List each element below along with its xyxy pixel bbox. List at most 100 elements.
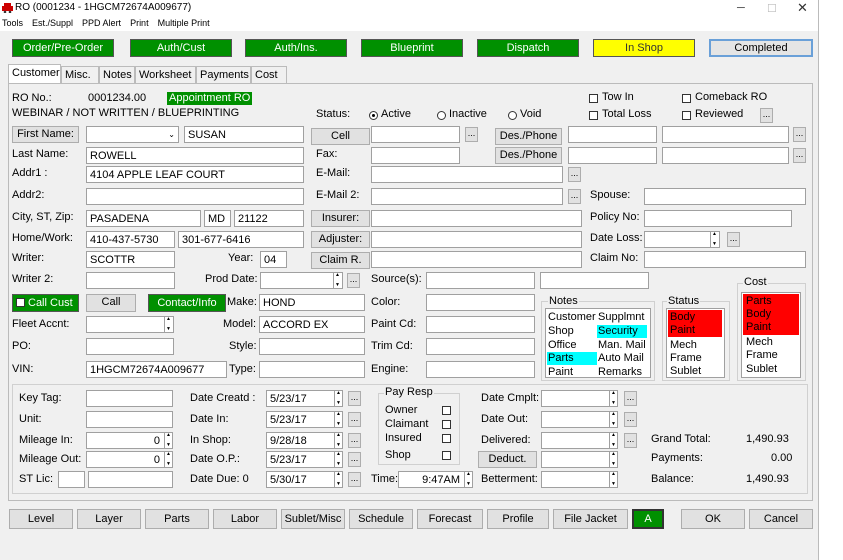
tab-worksheet[interactable]: Worksheet (135, 66, 196, 83)
menu-ppd-alert[interactable]: PPD Alert (82, 18, 121, 28)
layer-button[interactable]: Layer (77, 509, 141, 529)
des-phone-input-4[interactable] (662, 147, 789, 164)
date-cmplt-ellipsis[interactable]: ... (624, 391, 637, 406)
po-input[interactable] (86, 338, 174, 355)
claim-rep-button[interactable]: Claim R. (311, 252, 370, 269)
des-phone-ellipsis-1[interactable]: ... (793, 127, 806, 142)
profile-button[interactable]: Profile (487, 509, 549, 529)
status-void-radio[interactable] (508, 111, 517, 120)
pay-resp-owner-checkbox[interactable] (442, 406, 451, 415)
in-shop-button[interactable]: In Shop (593, 39, 695, 57)
writer-input[interactable]: SCOTTR (86, 251, 175, 268)
sublet-misc-button[interactable]: Sublet/Misc (281, 509, 345, 529)
dispatch-button[interactable]: Dispatch (477, 39, 579, 57)
claim-rep-input[interactable] (371, 251, 582, 268)
mileage-out-input[interactable]: 0 (86, 451, 173, 468)
betterment-spinner[interactable] (609, 471, 618, 488)
adjuster-input[interactable] (371, 231, 582, 248)
mileage-in-spinner[interactable] (164, 432, 173, 449)
source1-input[interactable] (426, 272, 535, 289)
date-due-spinner[interactable] (334, 471, 343, 488)
parts-button[interactable]: Parts (145, 509, 209, 529)
des-phone-input-1[interactable] (568, 126, 657, 143)
make-input[interactable]: HOND (259, 294, 365, 311)
tab-cost[interactable]: Cost (251, 66, 287, 83)
date-op-input[interactable]: 5/23/17 (266, 451, 343, 468)
home-phone-input[interactable]: 410-437-5730 (86, 231, 175, 248)
email2-ellipsis-button[interactable]: ... (568, 189, 581, 204)
menu-est-suppl[interactable]: Est./Suppl (32, 18, 73, 28)
date-in-spinner[interactable] (334, 411, 343, 428)
schedule-button[interactable]: Schedule (349, 509, 413, 529)
deduct-input[interactable] (541, 451, 618, 468)
tow-in-checkbox[interactable] (589, 94, 598, 103)
deduct-spinner[interactable] (609, 451, 618, 468)
style-input[interactable] (259, 338, 365, 355)
insurer-input[interactable] (371, 210, 582, 227)
cost-sublet[interactable]: Sublet (746, 363, 777, 376)
status-mech[interactable]: Mech (670, 339, 697, 352)
state-input[interactable]: MD (204, 210, 231, 227)
model-input[interactable]: ACCORD EX (259, 316, 365, 333)
blueprint-button[interactable]: Blueprint (361, 39, 463, 57)
pay-resp-shop-checkbox[interactable] (442, 451, 451, 460)
fax-input[interactable] (371, 147, 460, 164)
maximize-icon[interactable]: ☐ (767, 2, 777, 15)
des-phone-button-2[interactable]: Des./Phone (495, 147, 562, 164)
des-phone-button-1[interactable]: Des./Phone (495, 128, 562, 145)
in-shop-ellipsis[interactable]: ... (348, 433, 361, 448)
last-name-input[interactable]: ROWELL (86, 147, 304, 164)
date-cmplt-spinner[interactable] (609, 390, 618, 407)
close-icon[interactable]: ✕ (797, 0, 808, 16)
date-out-input[interactable] (541, 411, 618, 428)
paint-cd-input[interactable] (426, 316, 535, 333)
type-input[interactable] (259, 361, 365, 378)
fleet-accnt-input[interactable] (86, 316, 174, 333)
call-cust-toggle[interactable]: Call Cust (12, 294, 79, 312)
ok-button[interactable]: OK (681, 509, 745, 529)
date-due-input[interactable]: 5/30/17 (266, 471, 343, 488)
salutation-select[interactable]: ⌄ (86, 126, 179, 143)
status-active-radio[interactable] (369, 111, 378, 120)
time-input[interactable]: 9:47AM (398, 471, 473, 488)
level-button[interactable]: Level (9, 509, 73, 529)
status-frame[interactable]: Frame (670, 352, 702, 365)
deduct-button[interactable]: Deduct. (478, 451, 537, 468)
date-op-ellipsis[interactable]: ... (348, 452, 361, 467)
city-input[interactable]: PASADENA (86, 210, 201, 227)
menu-tools[interactable]: Tools (2, 18, 23, 28)
date-created-input[interactable]: 5/23/17 (266, 390, 343, 407)
email-ellipsis-button[interactable]: ... (568, 167, 581, 182)
date-loss-ellipsis-button[interactable]: ... (727, 232, 740, 247)
cost-paint[interactable]: Paint (746, 321, 771, 334)
source2-input[interactable] (540, 272, 649, 289)
notes-auto-mail[interactable]: Auto Mail (598, 352, 644, 365)
notes-office[interactable]: Office (548, 339, 577, 352)
time-spinner[interactable] (464, 471, 473, 488)
file-jacket-button[interactable]: File Jacket (553, 509, 628, 529)
order-preorder-button[interactable]: Order/Pre-Order (12, 39, 114, 57)
call-cust-checkbox[interactable] (16, 298, 25, 307)
cancel-button[interactable]: Cancel (749, 509, 813, 529)
color-input[interactable] (426, 294, 535, 311)
claim-no-input[interactable] (644, 251, 806, 268)
policy-no-input[interactable] (644, 210, 792, 227)
st-lic-state-input[interactable] (58, 471, 85, 488)
date-out-ellipsis[interactable]: ... (624, 412, 637, 427)
tab-notes[interactable]: Notes (99, 66, 135, 83)
key-tag-input[interactable] (86, 390, 173, 407)
first-name-button[interactable]: First Name: (12, 126, 79, 143)
trim-cd-input[interactable] (426, 338, 535, 355)
cell-input[interactable] (371, 126, 460, 143)
completed-button[interactable]: Completed (709, 39, 813, 57)
prod-date-spinner[interactable] (333, 273, 342, 288)
date-out-spinner[interactable] (609, 411, 618, 428)
menu-multiple-print[interactable]: Multiple Print (158, 18, 210, 28)
zip-input[interactable]: 21122 (234, 210, 304, 227)
insurer-button[interactable]: Insurer: (311, 210, 370, 227)
notes-paint[interactable]: Paint (548, 366, 573, 379)
pay-resp-claimant-checkbox[interactable] (442, 420, 451, 429)
notes-shop[interactable]: Shop (548, 325, 574, 338)
writer2-input[interactable] (86, 272, 175, 289)
date-loss-spinner[interactable] (710, 232, 719, 247)
